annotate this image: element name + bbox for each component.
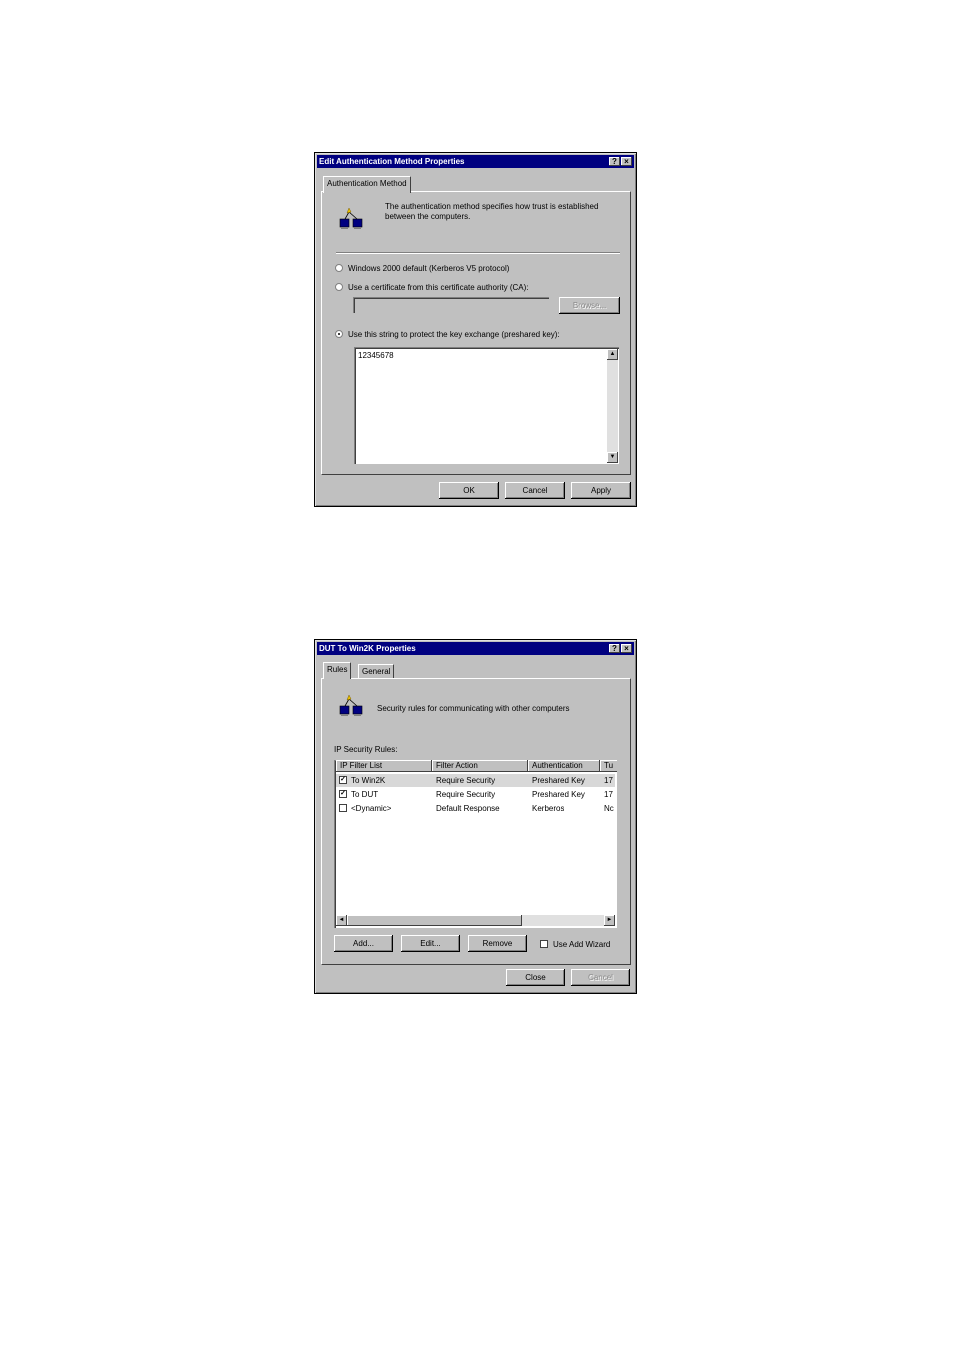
radio-certificate-label: Use a certificate from this certificate … [348,283,529,292]
scroll-right-icon[interactable]: ► [604,915,615,926]
table-row[interactable]: ✓ To DUT Require Security Preshared Key … [336,788,615,801]
ok-button[interactable]: OK [439,482,499,499]
table-row[interactable]: ✓ To Win2K Require Security Preshared Ke… [336,774,615,787]
column-authentication[interactable]: Authentication [528,760,600,772]
dialog-title: DUT To Win2K Properties [317,642,634,655]
apply-button[interactable]: Apply [571,482,631,499]
cell-tunnel: 17 [604,790,613,799]
close-dialog-button[interactable]: Close [506,969,565,986]
scroll-thumb[interactable] [347,915,522,926]
preshared-key-textarea[interactable]: 12345678 ▲ ▼ [354,347,619,464]
radio-preshared-key[interactable] [335,330,343,338]
cancel-button[interactable]: Cancel [505,482,565,499]
edit-button[interactable]: Edit... [401,935,460,952]
rule-checkbox[interactable]: ✓ [339,790,347,798]
help-button[interactable]: ? [609,644,620,653]
edit-auth-method-dialog: Edit Authentication Method Properties ? … [314,152,637,507]
rule-checkbox[interactable] [339,804,347,812]
dut-to-win2k-properties-dialog: DUT To Win2K Properties ? × Rules Genera… [314,639,637,994]
cell-tunnel: Nc [604,804,614,813]
dialog-title: Edit Authentication Method Properties [317,155,634,168]
rule-checkbox[interactable]: ✓ [339,776,347,784]
browse-button[interactable]: Browse... [559,297,620,314]
add-button[interactable]: Add... [334,935,393,952]
cell-action: Default Response [436,804,500,813]
remove-button[interactable]: Remove [468,935,527,952]
network-computers-icon [339,207,363,229]
description-text: Security rules for communicating with ot… [377,704,570,713]
ca-field[interactable] [353,297,549,313]
cell-filter: To DUT [351,790,379,799]
ip-security-rules-label: IP Security Rules: [334,745,398,754]
cell-action: Require Security [436,776,496,785]
cancel-button[interactable]: Cancel [571,969,630,986]
use-add-wizard-checkbox[interactable] [540,940,548,948]
preshared-key-value: 12345678 [358,351,394,360]
horizontal-scrollbar[interactable]: ◄ ► [336,915,615,926]
tab-authentication-method[interactable]: Authentication Method [323,176,411,193]
column-ip-filter-list[interactable]: IP Filter List [336,760,432,772]
table-row[interactable]: <Dynamic> Default Response Kerberos Nc [336,802,615,815]
close-button[interactable]: × [621,644,632,653]
cell-action: Require Security [436,790,496,799]
column-filter-action[interactable]: Filter Action [432,760,528,772]
textarea-scrollbar[interactable]: ▲ ▼ [607,349,618,463]
cell-filter: To Win2K [351,776,386,785]
tab-panel: The authentication method specifies how … [321,191,631,475]
use-add-wizard-label: Use Add Wizard [553,940,611,949]
separator [336,252,620,254]
column-tunnel[interactable]: Tu [600,760,617,772]
cell-auth: Kerberos [532,804,565,813]
close-button[interactable]: × [621,157,632,166]
tab-panel: Security rules for communicating with ot… [321,678,631,965]
tab-rules[interactable]: Rules [323,662,352,679]
scroll-left-icon[interactable]: ◄ [336,915,347,926]
radio-preshared-key-label: Use this string to protect the key excha… [348,330,560,339]
cell-filter: <Dynamic> [351,804,392,813]
network-computers-icon [339,694,363,716]
help-button[interactable]: ? [609,157,620,166]
rules-list[interactable]: IP Filter List Filter Action Authenticat… [334,760,617,928]
tab-general[interactable]: General [358,664,395,679]
scroll-down-icon[interactable]: ▼ [607,452,618,463]
cell-auth: Preshared Key [532,790,585,799]
cell-auth: Preshared Key [532,776,585,785]
description-text: The authentication method specifies how … [385,202,599,221]
cell-tunnel: 17 [604,776,613,785]
radio-kerberos-label: Windows 2000 default (Kerberos V5 protoc… [348,264,510,273]
scroll-up-icon[interactable]: ▲ [607,349,618,360]
radio-certificate[interactable] [335,283,343,291]
radio-kerberos[interactable] [335,264,343,272]
